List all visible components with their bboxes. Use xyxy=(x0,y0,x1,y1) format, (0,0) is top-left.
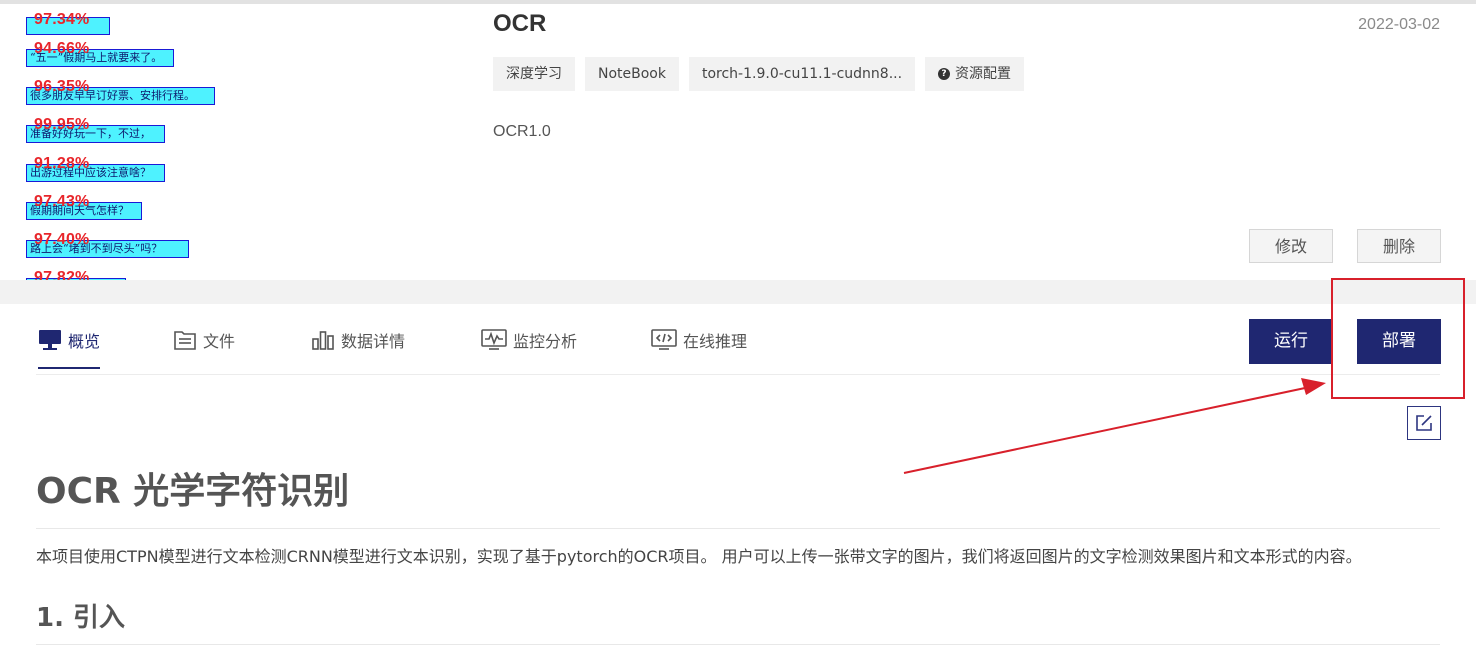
ocr-score: 97.40% xyxy=(34,231,90,248)
ocr-result-thumbnail: 97.34% “五一”假期马上就要来了。 94.66% 很多朋友早早订好票、安排… xyxy=(0,4,470,280)
section-divider xyxy=(0,280,1476,304)
ocr-score: 97.34% xyxy=(34,11,90,28)
tag-list: 深度学习 NoteBook torch-1.9.0-cu11.1-cudnn8.… xyxy=(493,57,1025,91)
tab-label: 概览 xyxy=(68,332,101,351)
monitor-icon xyxy=(39,330,61,350)
delete-button[interactable]: 删除 xyxy=(1357,229,1441,263)
bar-chart-icon xyxy=(312,331,334,350)
tag-resource-config[interactable]: ? 资源配置 xyxy=(925,57,1025,91)
ocr-score: 97.82% xyxy=(34,269,90,281)
ocr-score: 96.35% xyxy=(34,78,90,95)
tab-monitoring[interactable]: 监控分析 xyxy=(481,328,577,352)
project-description: OCR1.0 xyxy=(493,123,551,140)
tag-label: 资源配置 xyxy=(955,66,1012,82)
question-icon: ? xyxy=(938,68,951,80)
project-title: OCR xyxy=(493,10,547,37)
tag-notebook: NoteBook xyxy=(585,57,679,91)
tab-label: 数据详情 xyxy=(341,332,406,351)
deploy-button[interactable]: 部署 xyxy=(1357,319,1441,364)
tab-overview[interactable]: 概览 xyxy=(38,328,101,369)
content-subheading: 1. 引入 xyxy=(36,597,1440,645)
tab-label: 文件 xyxy=(203,332,236,351)
tag-label: NoteBook xyxy=(598,66,666,82)
edit-content-button[interactable] xyxy=(1407,406,1441,440)
edit-button[interactable]: 修改 xyxy=(1249,229,1333,263)
tab-bar: 概览 文件 数据详情 监控分析 在线推理 xyxy=(36,304,1440,375)
pulse-icon xyxy=(481,329,507,350)
tab-data-details[interactable]: 数据详情 xyxy=(311,328,405,352)
tab-label: 监控分析 xyxy=(513,332,578,351)
content-heading: OCR 光学字符识别 xyxy=(36,462,1440,529)
ocr-score: 97.43% xyxy=(34,193,90,210)
tag-deep-learning: 深度学习 xyxy=(493,57,575,91)
tag-image: torch-1.9.0-cu11.1-cudnn8... xyxy=(688,57,916,91)
code-icon xyxy=(651,329,677,350)
tab-files[interactable]: 文件 xyxy=(173,328,235,352)
content-paragraph: 本项目使用CTPN模型进行文本检测CRNN模型进行文本识别，实现了基于pytor… xyxy=(36,547,1362,566)
edit-icon xyxy=(1416,415,1432,431)
project-date: 2022-03-02 xyxy=(1358,16,1440,33)
file-icon xyxy=(174,331,196,350)
tab-label: 在线推理 xyxy=(683,332,748,351)
ocr-score: 94.66% xyxy=(34,40,90,57)
ocr-score: 99.95% xyxy=(34,116,90,133)
ocr-score: 91.28% xyxy=(34,155,90,172)
tab-online-inference[interactable]: 在线推理 xyxy=(651,328,747,352)
tag-label: torch-1.9.0-cu11.1-cudnn8... xyxy=(701,66,903,82)
run-button[interactable]: 运行 xyxy=(1249,319,1333,364)
tag-label: 深度学习 xyxy=(506,66,562,82)
